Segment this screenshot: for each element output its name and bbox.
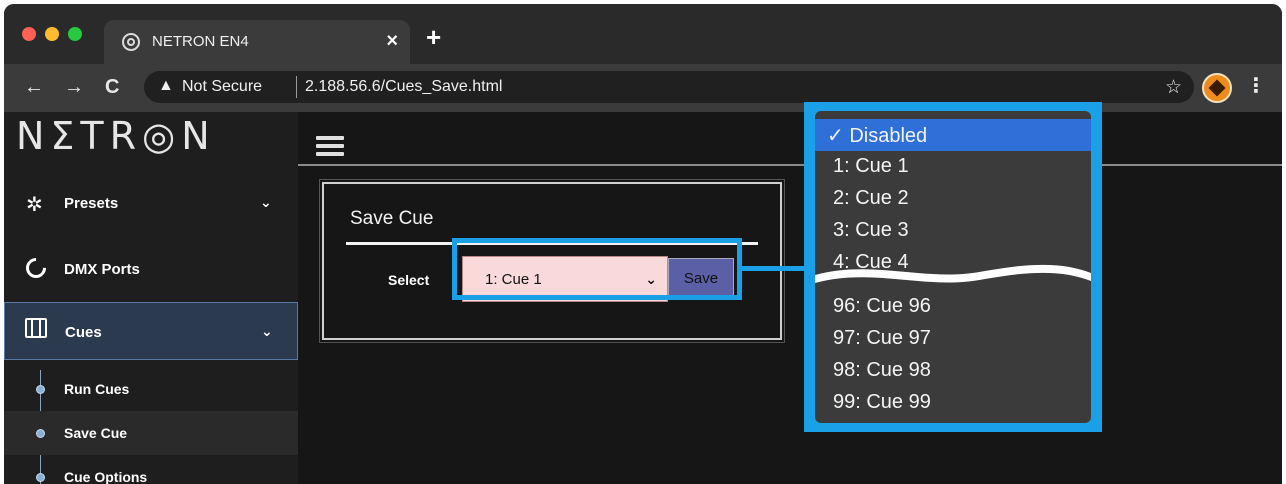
header-divider: [298, 164, 1282, 166]
dropdown-option[interactable]: 3: Cue 3: [815, 215, 1091, 247]
dropdown-option[interactable]: 99: Cue 99: [815, 387, 1091, 419]
netron-logo: NΣTR◎N: [16, 114, 216, 158]
url-text[interactable]: 2.188.56.6/Cues_Save.html: [305, 78, 502, 96]
title-bar: NETRON EN4 × +: [4, 4, 1282, 64]
chevron-down-icon: ⌄: [261, 323, 273, 339]
address-bar[interactable]: ▲ Not Secure 2.188.56.6/Cues_Save.html ☆: [144, 71, 1194, 103]
maximize-window-button[interactable]: [68, 27, 82, 41]
list-break-wave: [815, 264, 1091, 283]
reload-icon[interactable]: C: [105, 76, 119, 99]
option-label: 98: Cue 98: [833, 359, 931, 381]
subitem-label: Run Cues: [64, 381, 130, 397]
dropdown-option[interactable]: 97: Cue 97: [815, 323, 1091, 355]
sidebar-item-label: DMX Ports: [64, 261, 140, 278]
window-controls: [22, 27, 82, 41]
browser-menu-icon[interactable]: ⋮: [1246, 73, 1266, 98]
minimize-window-button[interactable]: [45, 27, 59, 41]
option-label: ✓ Disabled: [827, 125, 928, 147]
bookmark-star-icon[interactable]: ☆: [1165, 76, 1182, 99]
select-label: Select: [388, 272, 430, 288]
panel-title: Save Cue: [350, 208, 434, 229]
chevron-down-icon: ⌄: [260, 194, 272, 210]
back-icon[interactable]: ←: [24, 76, 44, 99]
tree-node-icon: [36, 473, 45, 482]
sidebar-item-label: Cues: [65, 324, 102, 341]
dropdown-option[interactable]: 96: Cue 96: [815, 291, 1091, 323]
dropdown-option[interactable]: 98: Cue 98: [815, 355, 1091, 387]
option-label: 3: Cue 3: [833, 219, 909, 241]
film-icon: [25, 318, 47, 338]
highlight-box-select: [452, 238, 742, 300]
sidebar-subitem-cue-options[interactable]: Cue Options: [4, 455, 298, 484]
new-tab-icon[interactable]: +: [426, 22, 441, 53]
security-status[interactable]: Not Secure: [182, 78, 262, 96]
dropdown-option[interactable]: 2: Cue 2: [815, 183, 1091, 215]
sidebar-item-cues[interactable]: Cues ⌄: [4, 302, 298, 360]
subitem-label: Save Cue: [64, 425, 128, 441]
sidebar: NΣTR◎N ✲ Presets ⌄ DMX Ports Cues ⌄ Run …: [4, 112, 298, 484]
subitem-label: Cue Options: [64, 469, 148, 484]
close-window-button[interactable]: [22, 27, 36, 41]
option-label: 1: Cue 1: [833, 155, 909, 177]
address-divider: [296, 76, 297, 98]
option-label: 2: Cue 2: [833, 187, 909, 209]
tree-node-icon: [36, 429, 45, 438]
tab-close-icon[interactable]: ×: [386, 30, 398, 53]
dropdown-option-disabled[interactable]: ✓ Disabled: [815, 119, 1091, 151]
option-label: 96: Cue 96: [833, 295, 931, 317]
sidebar-subitem-save-cue[interactable]: Save Cue: [4, 411, 298, 455]
sidebar-item-label: Presets: [64, 195, 119, 212]
option-label: 99: Cue 99: [833, 391, 931, 413]
tab-title: NETRON EN4: [152, 33, 249, 50]
tree-node-icon: [36, 385, 45, 394]
highlight-connector: [742, 266, 808, 271]
highlight-box-dropdown: ✓ Disabled 1: Cue 1 2: Cue 2 3: Cue 3 4:…: [804, 102, 1102, 432]
forward-icon[interactable]: →: [64, 76, 84, 99]
sidebar-item-dmx-ports[interactable]: DMX Ports: [4, 240, 298, 298]
sidebar-item-presets[interactable]: ✲ Presets ⌄: [4, 174, 298, 232]
favicon-icon: [122, 33, 140, 51]
warning-icon[interactable]: ▲: [158, 77, 174, 95]
option-label: 97: Cue 97: [833, 327, 931, 349]
dropdown-option[interactable]: 1: Cue 1: [815, 151, 1091, 183]
browser-tab[interactable]: NETRON EN4 ×: [104, 20, 410, 64]
cue-dropdown-list: ✓ Disabled 1: Cue 1 2: Cue 2 3: Cue 3 4:…: [815, 111, 1091, 423]
extension-icon[interactable]: [1202, 73, 1232, 103]
sidebar-subitem-run-cues[interactable]: Run Cues: [4, 367, 298, 411]
power-ring-icon: [21, 253, 51, 283]
hamburger-menu-icon[interactable]: [316, 136, 344, 160]
gear-icon: ✲: [26, 194, 43, 216]
